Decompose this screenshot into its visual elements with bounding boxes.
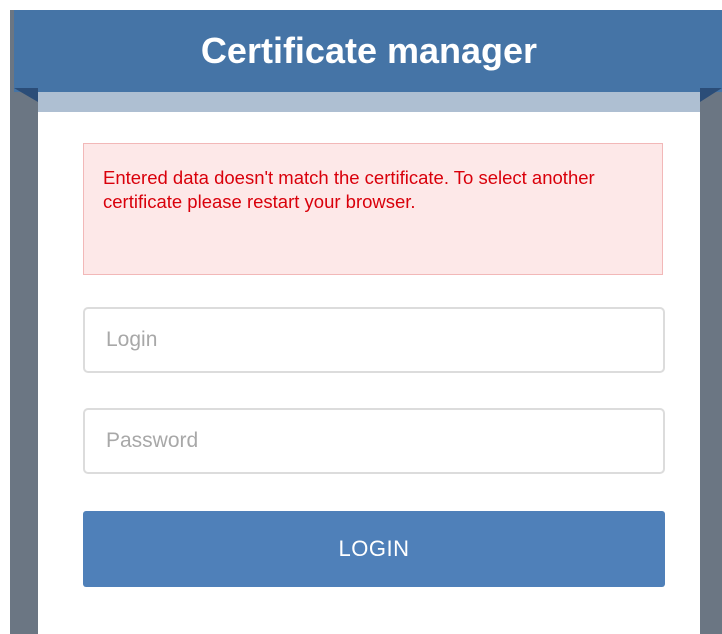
- login-card: Entered data doesn't match the certifica…: [38, 92, 700, 634]
- login-page: Certificate manager Entered data doesn't…: [0, 0, 722, 634]
- ribbon-fold-left: [14, 88, 38, 102]
- login-button[interactable]: LOGIN: [83, 511, 665, 587]
- ribbon-fold-right: [700, 88, 722, 102]
- page-title: Certificate manager: [200, 30, 538, 71]
- error-alert: Entered data doesn't match the certifica…: [83, 143, 663, 275]
- card-top-shade: [38, 92, 700, 112]
- login-input[interactable]: [83, 307, 665, 373]
- password-input[interactable]: [83, 408, 665, 474]
